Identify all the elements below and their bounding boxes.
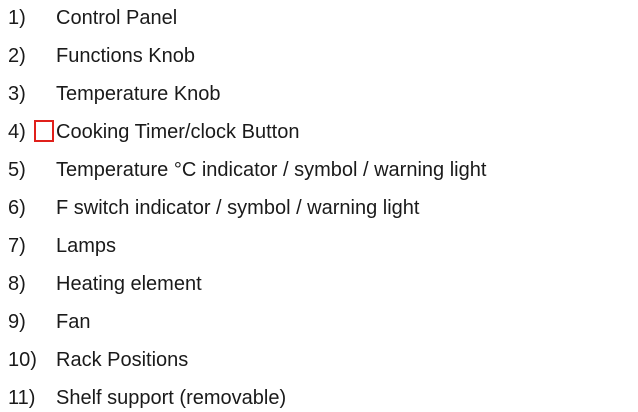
list-item: 2) Functions Knob — [8, 42, 195, 70]
item-label: Rack Positions — [56, 349, 189, 371]
list-item: 9) Fan — [8, 308, 90, 336]
item-number: 7) — [8, 235, 26, 257]
list-item: 3) Temperature Knob — [8, 80, 221, 108]
item-number: 9) — [8, 311, 26, 333]
item-number: 10) — [8, 349, 37, 371]
list-item: 5) Temperature °C indicator / symbol / wa… — [8, 156, 486, 184]
list-item: 11) Shelf support (removable) — [8, 384, 286, 412]
item-label: Cooking Timer/clock Button — [56, 121, 300, 143]
item-number: 3) — [8, 83, 26, 105]
list-item: 10) Rack Positions — [8, 346, 188, 374]
parts-list: 1) Control Panel 2) Functions Knob 3) Tempe… — [0, 0, 638, 412]
item-label: Functions Knob — [56, 45, 195, 67]
item-number: 2) — [8, 45, 26, 67]
highlight-box — [34, 120, 54, 142]
item-label: Lamps — [56, 235, 117, 257]
item-label: F switch indicator / symbol / warning li… — [56, 197, 420, 219]
item-number: 11) — [8, 387, 36, 409]
item-number: 5) — [8, 159, 26, 181]
item-label: Shelf support (removable) — [56, 387, 287, 409]
list-item: 4) Cooking Timer/clock Button — [8, 118, 299, 146]
item-number: 6) — [8, 197, 26, 219]
list-item: 7) Lamps — [8, 232, 116, 260]
item-label: Temperature °C indicator / symbol / warn… — [56, 159, 487, 181]
list-item: 1) Control Panel — [8, 4, 177, 32]
item-number: 8) — [8, 273, 26, 295]
item-label: Control Panel — [56, 7, 178, 29]
item-number: 1) — [8, 7, 26, 29]
item-number: 4) — [8, 121, 26, 143]
list-item: 8) Heating element — [8, 270, 202, 298]
item-label: Heating element — [56, 273, 202, 295]
item-label: Fan — [56, 311, 91, 333]
list-item: 6) F switch indicator / symbol / warning … — [8, 194, 419, 222]
item-label: Temperature Knob — [56, 83, 221, 105]
